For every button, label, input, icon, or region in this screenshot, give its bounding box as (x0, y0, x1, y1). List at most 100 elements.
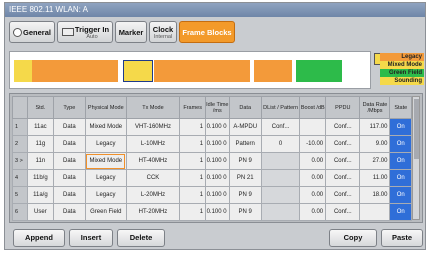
cell-state[interactable]: On (389, 186, 412, 204)
tab-trigger-in[interactable]: Trigger In Auto (57, 21, 113, 43)
cell-frames[interactable]: 1 (179, 135, 207, 153)
cell-idle-time[interactable]: 0.100 0 (205, 118, 230, 136)
cell-frames[interactable]: 1 (179, 152, 207, 170)
cell-state[interactable]: On (389, 152, 412, 170)
tab-trigger-in-sub: Auto (86, 34, 98, 40)
cell-std[interactable]: 11b/g (27, 169, 54, 187)
cell-dlist[interactable]: 0 (260, 135, 301, 153)
cell-physical-mode[interactable]: Legacy (84, 135, 127, 153)
cell-ppdu[interactable]: Conf... (325, 118, 361, 136)
cell-data[interactable]: PN 9 (228, 186, 262, 204)
frame-block-graph[interactable] (9, 51, 371, 89)
table-row[interactable]: 6 User Data Green Field HT-20MHz 1 0.100… (11, 203, 412, 221)
cell-ppdu[interactable]: Conf... (325, 203, 361, 221)
cell-state[interactable]: On (389, 135, 412, 153)
cell-tx-mode[interactable]: HT-20MHz (125, 203, 181, 221)
cell-type[interactable]: Data (52, 186, 86, 204)
wlan-window: IEEE 802.11 WLAN: A General Trigger In A… (4, 2, 426, 250)
cell-ppdu[interactable]: Conf... (325, 135, 361, 153)
cell-idle-time[interactable]: 0.100 0 (205, 152, 230, 170)
cell-state[interactable]: On (389, 118, 412, 136)
tab-marker[interactable]: Marker (115, 21, 147, 43)
table-row-selected[interactable]: 3 > 11n Data Mixed Mode HT-40MHz 1 0.100… (11, 152, 412, 170)
cell-dlist (260, 152, 301, 170)
cell-type[interactable]: Data (52, 203, 86, 221)
cell-physical-mode[interactable]: Legacy (84, 186, 127, 204)
cell-boost[interactable]: -10.00 (299, 135, 327, 153)
cell-std[interactable]: 11ac (27, 118, 54, 136)
cell-boost[interactable]: 0.00 (299, 152, 327, 170)
cell-tx-mode[interactable]: HT-40MHz (125, 152, 181, 170)
cell-std[interactable]: 11n (27, 152, 54, 170)
frame-segment[interactable] (32, 60, 118, 82)
frame-segment[interactable] (254, 60, 292, 82)
tab-general[interactable]: General (9, 21, 55, 43)
cell-physical-mode[interactable]: Mixed Mode (84, 118, 127, 136)
cell-frames[interactable]: 1 (179, 169, 207, 187)
cell-frames[interactable]: 1 (179, 186, 207, 204)
paste-button[interactable]: Paste (381, 229, 423, 247)
cell-boost[interactable]: 0.00 (299, 169, 327, 187)
frame-segment[interactable] (14, 60, 32, 82)
table-row[interactable]: 2 11g Data Legacy L-10MHz 1 0.100 0 Patt… (11, 135, 412, 153)
cell-ppdu[interactable]: Conf... (325, 186, 361, 204)
cell-state[interactable]: On (389, 169, 412, 187)
append-button[interactable]: Append (13, 229, 65, 247)
cell-state[interactable]: On (389, 203, 412, 221)
frame-segment[interactable] (296, 60, 342, 82)
cell-boost[interactable]: 0.00 (299, 203, 327, 221)
table-row[interactable]: 1 11ac Data Mixed Mode VHT-160MHz 1 0.10… (11, 118, 412, 136)
cell-data[interactable]: PN 9 (228, 203, 262, 221)
column-header: Physical Mode (84, 96, 127, 119)
cell-std[interactable]: 11g (27, 135, 54, 153)
cell-boost[interactable]: 0.00 (299, 186, 327, 204)
cell-idle-time[interactable]: 0.100 0 (205, 203, 230, 221)
cell-idle-time[interactable]: 0.100 0 (205, 186, 230, 204)
tab-clock-label: Clock (152, 25, 174, 34)
cell-std[interactable]: User (27, 203, 54, 221)
cell-frames[interactable]: 1 (179, 118, 207, 136)
cell-boost[interactable] (299, 118, 327, 136)
cell-type[interactable]: Data (52, 152, 86, 170)
cell-type[interactable]: Data (52, 118, 86, 136)
cell-type[interactable]: Data (52, 169, 86, 187)
cell-data[interactable]: Pattern (228, 135, 262, 153)
cell-tx-mode[interactable]: CCK (125, 169, 181, 187)
frame-segment[interactable] (154, 60, 250, 82)
tab-clock-sub: Internal (153, 34, 173, 40)
cell-dlist (260, 169, 301, 187)
cell-idle-time[interactable]: 0.100 0 (205, 169, 230, 187)
table-header-row: Std. Type Physical Mode Tx Mode Frames I… (11, 96, 412, 119)
cell-physical-mode[interactable]: Green Field (84, 203, 127, 221)
copy-button[interactable]: Copy (329, 229, 377, 247)
cell-tx-mode[interactable]: VHT-160MHz (125, 118, 181, 136)
cell-idle-time[interactable]: 0.100 0 (205, 135, 230, 153)
cell-type[interactable]: Data (52, 135, 86, 153)
frame-segment-selected[interactable] (123, 60, 153, 82)
cell-data[interactable]: PN 9 (228, 152, 262, 170)
cell-frames[interactable]: 1 (179, 203, 207, 221)
scrollbar-thumb[interactable] (414, 99, 419, 159)
column-header: Std. (27, 96, 54, 119)
cell-ppdu[interactable]: Conf... (325, 169, 361, 187)
cell-std[interactable]: 11a/g (27, 186, 54, 204)
column-header: PPDU (325, 96, 361, 119)
cell-ppdu[interactable]: Conf... (325, 152, 361, 170)
cell-physical-mode[interactable]: Mixed Mode (84, 152, 127, 170)
cell-data[interactable]: A-MPDU (228, 118, 262, 136)
legend-legacy: Legacy (380, 53, 424, 61)
cell-physical-mode[interactable]: Legacy (84, 169, 127, 187)
frame-block-table: Std. Type Physical Mode Tx Mode Frames I… (9, 93, 423, 223)
tab-clock[interactable]: Clock Internal (149, 21, 177, 43)
cell-tx-mode[interactable]: L-20MHz (125, 186, 181, 204)
delete-button[interactable]: Delete (117, 229, 165, 247)
cell-data-rate: 11.00 (359, 169, 391, 187)
tab-frame-blocks[interactable]: Frame Blocks (179, 21, 235, 43)
cell-data[interactable]: PN 21 (228, 169, 262, 187)
insert-button[interactable]: Insert (69, 229, 113, 247)
cell-tx-mode[interactable]: L-10MHz (125, 135, 181, 153)
table-row[interactable]: 5 11a/g Data Legacy L-20MHz 1 0.100 0 PN… (11, 186, 412, 204)
table-scrollbar[interactable] (412, 96, 420, 220)
table-row[interactable]: 4 11b/g Data Legacy CCK 1 0.100 0 PN 21 … (11, 169, 412, 187)
cell-dlist[interactable]: Conf... (260, 118, 301, 136)
